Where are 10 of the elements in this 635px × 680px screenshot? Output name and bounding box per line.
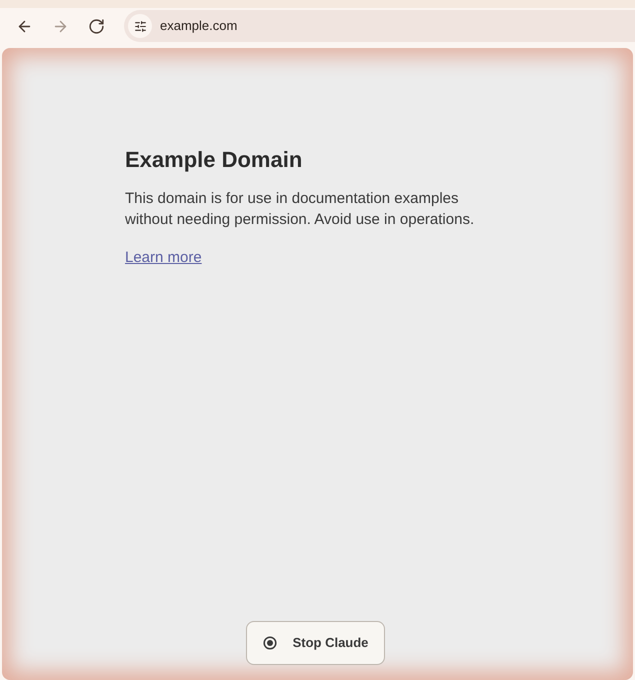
learn-more-link[interactable]: Learn more xyxy=(125,249,202,266)
address-bar[interactable]: example.com xyxy=(124,10,635,42)
settings-icon xyxy=(134,20,146,32)
url-text: example.com xyxy=(160,17,238,36)
page-description: This domain is for use in documentation examples without needing permission. Avoid use in operations. xyxy=(125,189,476,230)
site-settings-button[interactable] xyxy=(128,14,152,38)
reload-icon xyxy=(88,18,104,34)
stop-button[interactable]: Stop Claude xyxy=(246,621,386,665)
page-heading: Example Domain xyxy=(125,146,304,174)
stop-icon xyxy=(262,636,277,650)
